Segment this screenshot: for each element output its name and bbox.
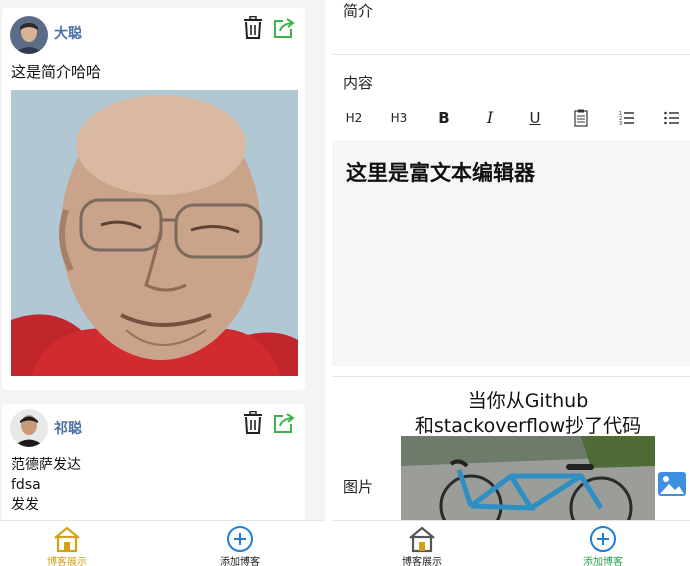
trash-icon[interactable] (242, 15, 264, 40)
add-blog-screen: 简介 内容 H2 H3 B I U 1 2 3 这里是富文本编辑器 图片 当你从… (332, 0, 690, 566)
rich-text-editor[interactable]: 这里是富文本编辑器 (332, 140, 690, 366)
tab-label: 博客展示 (47, 557, 87, 566)
share-icon[interactable] (272, 16, 296, 40)
underline-button[interactable]: U (526, 106, 544, 130)
post-body: 范德萨发达 fdsa 发发 (11, 455, 81, 515)
bottom-tab-bar: 博客展示 添加博客 (0, 520, 325, 566)
bicycle-photo (401, 436, 655, 522)
editor-content[interactable]: 这里是富文本编辑器 (346, 157, 535, 187)
share-icon[interactable] (272, 411, 296, 435)
tab-label: 博客展示 (402, 557, 442, 566)
home-icon (407, 525, 437, 553)
ordered-list-icon[interactable]: 1 2 3 (619, 106, 635, 130)
post-body-line: 发发 (11, 497, 39, 513)
tab-add-blog[interactable]: 添加博客 (563, 525, 643, 566)
uploaded-image[interactable]: 当你从Github 和stackoverflow抄了代码 (401, 378, 655, 522)
post-intro: 这是简介哈哈 (11, 63, 102, 81)
home-icon (52, 525, 82, 553)
heading3-button[interactable]: H3 (389, 106, 409, 130)
image-picker-icon[interactable] (657, 470, 687, 498)
post-body-line: 范德萨发达 (11, 457, 81, 473)
content-label: 内容 (343, 74, 374, 92)
bullet-list-icon[interactable] (664, 106, 680, 130)
author-name[interactable]: 祁聪 (54, 418, 82, 438)
italic-button[interactable]: I (481, 106, 499, 130)
tab-label: 添加博客 (220, 557, 260, 566)
blog-card[interactable]: 祁聪 范德萨发达 fdsa 发发 (2, 404, 305, 524)
tab-blog-list[interactable]: 博客展示 (382, 525, 462, 566)
meme-caption-line: 当你从Github (467, 390, 589, 412)
author-avatar[interactable] (10, 409, 48, 447)
author-name[interactable]: 大聪 (54, 23, 82, 43)
post-body-line: fdsa (11, 477, 41, 493)
add-circle-icon (225, 525, 255, 553)
image-label: 图片 (343, 478, 374, 496)
heading2-button[interactable]: H2 (344, 106, 364, 130)
bottom-tab-bar: 博客展示 添加博客 (332, 520, 690, 566)
meme-caption-line: 和stackoverflow抄了代码 (414, 415, 642, 437)
svg-text:3: 3 (619, 121, 622, 126)
tab-label: 添加博客 (583, 557, 623, 566)
trash-icon[interactable] (242, 410, 264, 435)
author-avatar[interactable] (10, 16, 48, 54)
divider (332, 54, 690, 55)
summary-label: 简介 (343, 2, 374, 20)
bold-button[interactable]: B (435, 106, 453, 130)
editor-toolbar: H2 H3 B I U 1 2 3 (332, 106, 690, 132)
blog-list-screen: 大聪 这是简介哈哈 祁聪 范德萨发达 fdsa 发发 博客展示 添加博客 (0, 0, 325, 566)
divider (332, 376, 690, 377)
clipboard-icon[interactable] (573, 106, 589, 130)
tab-add-blog[interactable]: 添加博客 (200, 525, 280, 566)
post-photo[interactable] (11, 90, 298, 376)
blog-card[interactable]: 大聪 这是简介哈哈 (2, 8, 305, 390)
tab-blog-list[interactable]: 博客展示 (27, 525, 107, 566)
add-circle-icon (588, 525, 618, 553)
